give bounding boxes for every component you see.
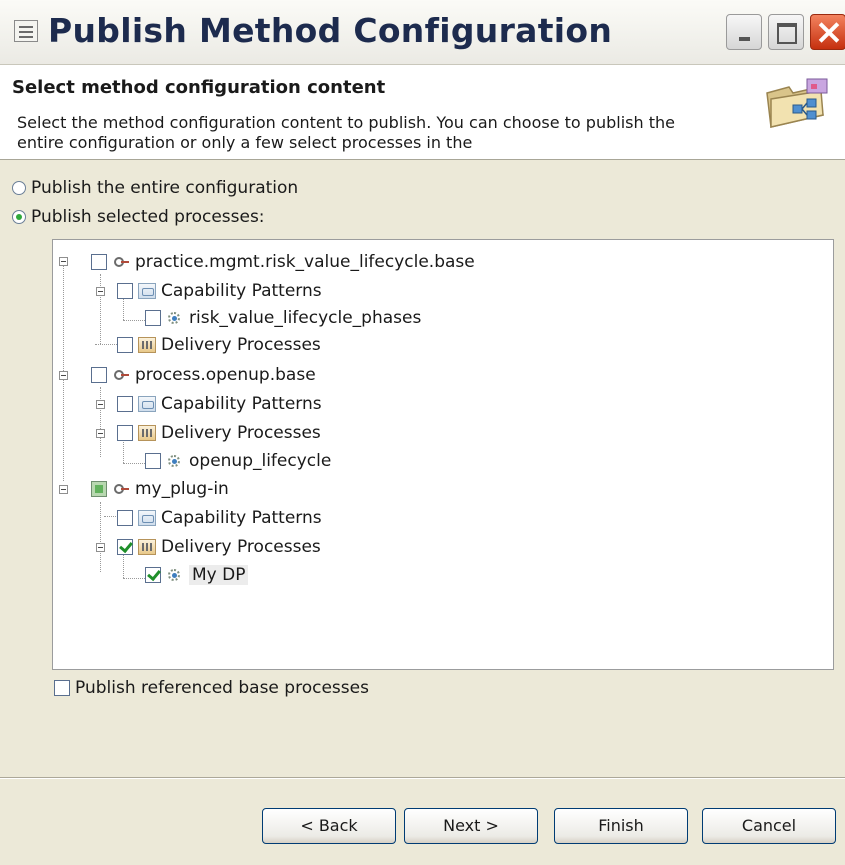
cancel-button[interactable]: Cancel [702,808,836,844]
maximize-icon[interactable] [768,14,804,50]
tree-checkbox-checked[interactable] [117,539,133,555]
collapse-icon[interactable] [59,371,68,380]
publish-referenced-option[interactable]: Publish referenced base processes [54,678,369,698]
page-description: Select the method configuration content … [17,113,675,152]
tree-node-label: my_plug-in [135,479,229,499]
plugin-icon [112,367,130,383]
tree-node-label: Capability Patterns [161,508,322,528]
collapse-icon[interactable] [96,429,105,438]
finish-button[interactable]: Finish [554,808,688,844]
tree-line [123,578,145,579]
collapse-icon[interactable] [96,287,105,296]
back-button[interactable]: < Back [262,808,396,844]
publish-method-configuration-window: Publish Method Configuration Select meth… [0,0,845,865]
publish-entire-option[interactable]: Publish the entire configuration [12,178,298,198]
tree-node-openup-base[interactable]: process.openup.base [91,362,316,388]
tree-checkbox-checked[interactable] [145,567,161,583]
tree-node-label: risk_value_lifecycle_phases [189,308,422,328]
wizard-header: Select method configuration content Sele… [0,65,845,160]
tree-checkbox[interactable] [117,283,133,299]
tree-checkbox[interactable] [117,510,133,526]
delivery-process-icon [138,539,156,555]
process-tree[interactable]: practice.mgmt.risk_value_lifecycle.base … [52,239,834,670]
tree-checkbox[interactable] [117,396,133,412]
publish-selected-option[interactable]: Publish selected processes: [12,207,265,227]
expand-icon[interactable] [96,400,105,409]
publish-referenced-label: Publish referenced base processes [75,678,369,698]
window-menu-icon[interactable] [14,20,38,42]
publish-referenced-checkbox[interactable] [54,680,70,696]
close-icon[interactable] [810,14,845,50]
tree-node-my-plug-in[interactable]: my_plug-in [91,476,229,502]
publish-entire-label: Publish the entire configuration [31,178,299,198]
capability-pattern-process-icon [166,310,184,326]
page-title: Select method configuration content [12,77,386,98]
publish-selected-label: Publish selected processes: [31,207,265,227]
tree-node-label: Capability Patterns [161,394,322,414]
tree-node-delivery-processes[interactable]: Delivery Processes [117,420,321,446]
publish-entire-radio[interactable] [12,181,26,195]
tree-node-label: Capability Patterns [161,281,322,301]
capability-pattern-icon [138,510,156,526]
tree-node-openup-lifecycle[interactable]: openup_lifecycle [145,448,331,474]
tree-node-label: Delivery Processes [161,335,321,355]
tree-node-label: Delivery Processes [161,423,321,443]
publish-selected-radio[interactable] [12,210,26,224]
tree-line [100,502,101,572]
delivery-process-item-icon [166,567,184,583]
tree-node-risk-value-lifecycle[interactable]: practice.mgmt.risk_value_lifecycle.base [91,249,475,275]
tree-node-label: openup_lifecycle [189,451,332,471]
capability-pattern-icon [138,283,156,299]
tree-checkbox[interactable] [117,337,133,353]
tree-line [123,320,145,321]
next-button[interactable]: Next > [404,808,538,844]
tree-node-my-dp[interactable]: My DP [145,562,249,588]
capability-pattern-icon [138,396,156,412]
tree-node-label: My DP [189,565,249,585]
delivery-process-icon [138,425,156,441]
plugin-icon [112,481,130,497]
tree-line [95,344,119,345]
tree-checkbox[interactable] [145,310,161,326]
tree-line [123,463,145,464]
tree-node-label: practice.mgmt.risk_value_lifecycle.base [135,252,475,272]
window-title: Publish Method Configuration [48,11,613,50]
tree-node-risk-value-lifecycle-phases[interactable]: risk_value_lifecycle_phases [145,305,421,331]
delivery-process-item-icon [166,453,184,469]
publish-wizard-banner-icon [766,78,828,128]
title-bar: Publish Method Configuration [0,0,845,65]
delivery-process-icon [138,337,156,353]
tree-node-label: process.openup.base [135,365,316,385]
tree-node-delivery-processes[interactable]: Delivery Processes [117,534,321,560]
collapse-icon[interactable] [59,257,68,266]
tree-checkbox[interactable] [91,367,107,383]
collapse-icon[interactable] [96,543,105,552]
plugin-icon [112,254,130,270]
tree-node-capability-patterns[interactable]: Capability Patterns [117,391,322,417]
tree-line [100,387,101,457]
minimize-icon[interactable] [726,14,762,50]
collapse-icon[interactable] [59,485,68,494]
tree-node-capability-patterns[interactable]: Capability Patterns [117,278,322,304]
tree-checkbox-partial[interactable] [91,481,107,497]
tree-checkbox[interactable] [145,453,161,469]
tree-line [100,274,101,344]
button-bar-divider [0,777,845,779]
tree-node-capability-patterns[interactable]: Capability Patterns [117,505,322,531]
tree-node-delivery-processes[interactable]: Delivery Processes [117,332,321,358]
tree-node-label: Delivery Processes [161,537,321,557]
tree-checkbox[interactable] [91,254,107,270]
tree-checkbox[interactable] [117,425,133,441]
